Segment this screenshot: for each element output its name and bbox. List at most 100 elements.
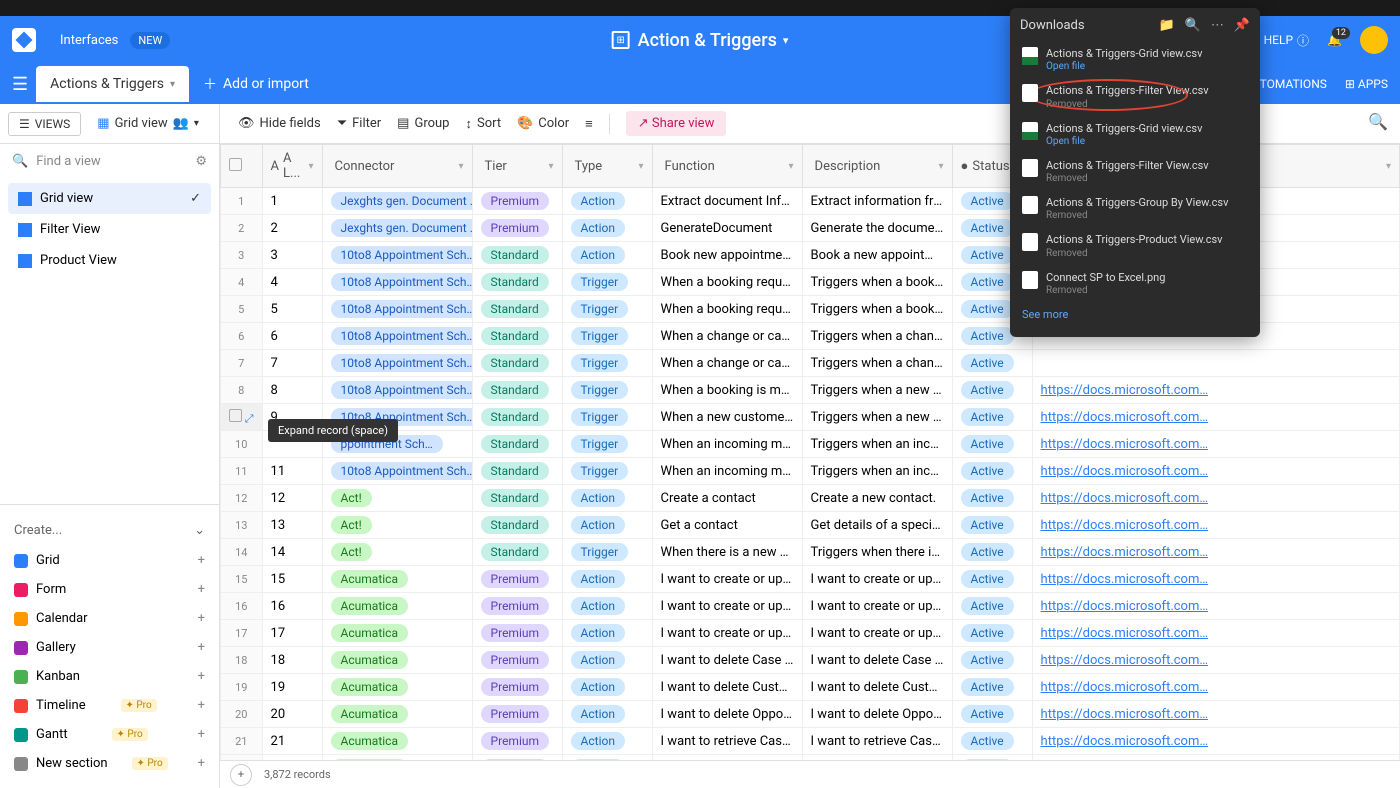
cell-type[interactable]: Action [562,215,652,242]
cell-type[interactable]: Action [562,647,652,674]
cell-id[interactable]: 12 [262,485,322,512]
cell-description[interactable]: Triggers when an incoming… [802,458,952,485]
cell-function[interactable]: I want to retrieve Case info… [652,728,802,755]
cell-link[interactable]: https://docs.microsoft.com… [1032,728,1399,755]
cell-status[interactable]: Active [952,701,1032,728]
cell-description[interactable]: Triggers when a booking re… [802,296,952,323]
create-item[interactable]: Calendar+ [0,604,219,633]
cell-function[interactable]: When a booking request di… [652,296,802,323]
table-row[interactable]: 1515AcumaticaPremiumActionI want to crea… [221,566,1400,593]
cell-tier[interactable]: Premium [472,188,562,215]
cell-tier[interactable]: Standard [472,377,562,404]
table-row[interactable]: 7710to8 Appointment Sch…StandardTriggerW… [221,350,1400,377]
cell-link[interactable]: https://docs.microsoft.com… [1032,593,1399,620]
cell-status[interactable]: Active [952,404,1032,431]
search-icon[interactable]: 🔍 [1185,18,1201,33]
cell-description[interactable]: I want to create or update … [802,593,952,620]
cell-link[interactable]: https://docs.microsoft.com… [1032,701,1399,728]
view-item[interactable]: Filter View [8,214,211,245]
cell-type[interactable]: Trigger [562,431,652,458]
cell-description[interactable]: Triggers when there is a ne… [802,539,952,566]
cell-function[interactable]: Extract document Informati… [652,188,802,215]
create-item[interactable]: Form+ [0,575,219,604]
cell-function[interactable]: When a booking request a… [652,269,802,296]
cell-tier[interactable]: Premium [472,647,562,674]
cell-function[interactable]: I want to create or update … [652,593,802,620]
cell-connector[interactable]: Acumatica [322,593,472,620]
cell-description[interactable]: Triggers when a change or … [802,323,952,350]
tab-actions-triggers[interactable]: Actions & Triggers▾ [36,66,189,102]
cell-description[interactable]: Get details of a specific con… [802,512,952,539]
cell-link[interactable]: https://docs.microsoft.com… [1032,566,1399,593]
cell-type[interactable]: Action [562,566,652,593]
cell-function[interactable]: I want to create or update … [652,566,802,593]
table-row[interactable]: 2121AcumaticaPremiumActionI want to retr… [221,728,1400,755]
cell-tier[interactable]: Premium [472,593,562,620]
pin-icon[interactable]: 📌 [1234,18,1250,33]
hide-fields-button[interactable]: 👁Hide fields [238,116,321,131]
cell-id[interactable]: 19 [262,674,322,701]
cell-link[interactable]: https://docs.microsoft.com… [1032,755,1399,761]
download-item[interactable]: Actions & Triggers-Filter View.csvRemove… [1020,153,1250,190]
cell-tier[interactable]: Premium [472,620,562,647]
cell-function[interactable]: Book new appointment [652,242,802,269]
cell-function[interactable]: When a booking is made [652,377,802,404]
download-item[interactable]: Actions & Triggers-Grid view.csvOpen fil… [1020,41,1250,78]
cell-type[interactable]: Trigger [562,404,652,431]
cell-status[interactable]: Active [952,755,1032,761]
cell-function[interactable]: When a change or cancella… [652,350,802,377]
create-item[interactable]: Gantt✦ Pro+ [0,720,219,749]
folder-icon[interactable]: 📁 [1158,18,1174,33]
cell-link[interactable]: https://docs.microsoft.com… [1032,620,1399,647]
cell-tier[interactable]: Standard [472,323,562,350]
cell-description[interactable]: I want to create or update … [802,620,952,647]
airtable-logo[interactable] [12,28,36,52]
cell-tier[interactable]: Standard [472,539,562,566]
cell-type[interactable]: Action [562,593,652,620]
create-item[interactable]: New section✦ Pro+ [0,749,219,778]
table-row[interactable]: 2020AcumaticaPremiumActionI want to dele… [221,701,1400,728]
create-item[interactable]: Kanban+ [0,662,219,691]
notifications-button[interactable]: 🔔12 [1327,33,1342,47]
table-row[interactable]: 1818AcumaticaPremiumActionI want to dele… [221,647,1400,674]
cell-status[interactable]: Active [952,674,1032,701]
cell-tier[interactable]: Standard [472,296,562,323]
table-row[interactable]: 1212Act!StandardActionCreate a contactCr… [221,485,1400,512]
cell-description[interactable]: I want to create or update … [802,566,952,593]
cell-id[interactable]: 5 [262,296,322,323]
cell-link[interactable]: https://docs.microsoft.com… [1032,674,1399,701]
color-button[interactable]: 🎨Color [517,116,569,131]
download-item[interactable]: Actions & Triggers-Group By View.csvRemo… [1020,190,1250,227]
cell-connector[interactable]: Acumatica [322,620,472,647]
cell-type[interactable]: Action [562,485,652,512]
table-row[interactable]: 2222AcumaticaPremiumActionI want to retr… [221,755,1400,761]
select-all-checkbox[interactable] [229,158,242,171]
help-link[interactable]: HELPⓘ [1264,32,1309,49]
cell-function[interactable]: I want to delete Opportunit… [652,701,802,728]
cell-function[interactable]: I want to retrieve Customer… [652,755,802,761]
create-item[interactable]: Grid+ [0,546,219,575]
cell-type[interactable]: Action [562,728,652,755]
cell-connector[interactable]: Acumatica [322,566,472,593]
cell-id[interactable]: 1 [262,188,322,215]
cell-tier[interactable]: Standard [472,431,562,458]
cell-id[interactable]: 14 [262,539,322,566]
cell-function[interactable]: I want to delete Case using… [652,647,802,674]
cell-type[interactable]: Action [562,188,652,215]
cell-connector[interactable]: 10to8 Appointment Sch… [322,296,472,323]
cell-id[interactable]: 15 [262,566,322,593]
cell-type[interactable]: Trigger [562,323,652,350]
more-icon[interactable]: ⋯ [1211,18,1224,33]
cell-id[interactable]: 18 [262,647,322,674]
cell-description[interactable]: Triggers when an incoming… [802,431,952,458]
cell-type[interactable]: Action [562,620,652,647]
table-row[interactable]: 1313Act!StandardActionGet a contactGet d… [221,512,1400,539]
cell-status[interactable]: Active [952,647,1032,674]
view-item[interactable]: Grid view✓ [8,183,211,214]
cell-description[interactable]: Generate the document ba… [802,215,952,242]
cell-connector[interactable]: 10to8 Appointment Sch… [322,350,472,377]
sort-button[interactable]: ↕Sort [465,116,501,132]
cell-type[interactable]: Trigger [562,296,652,323]
cell-status[interactable]: Active [952,458,1032,485]
add-table-button[interactable]: ＋Add or import [189,64,323,104]
